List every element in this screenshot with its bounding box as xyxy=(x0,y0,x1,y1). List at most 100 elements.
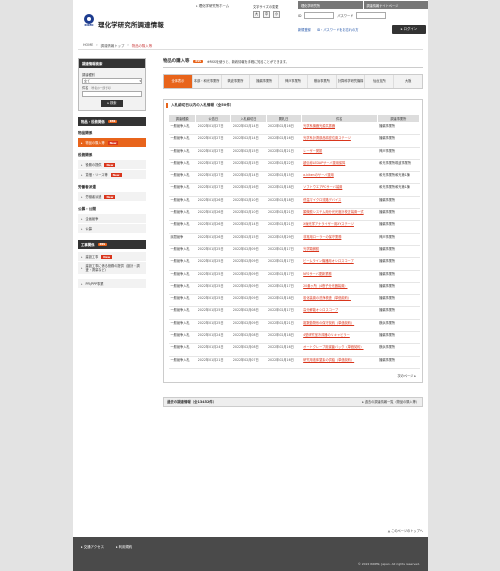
member-tab-riken[interactable]: 理化学研究所 xyxy=(298,1,363,9)
office-tabs: 全体表示 本部・和光事業所 筑波事業所 播磨事業所 神戸事業所 横浜事業所 計算科学研究機構… xyxy=(163,74,423,89)
column-header: 入札締切日 xyxy=(230,114,267,123)
bid-subject-link[interactable]: 研究用液体窒素の供給（単価契約） xyxy=(301,356,378,369)
footer-access-link[interactable]: 交通アクセス xyxy=(81,544,104,549)
new-badge: New xyxy=(110,172,122,177)
bid-subject-link[interactable]: 高分解能オシロスコープ xyxy=(301,306,378,320)
font-small-button[interactable]: 小 xyxy=(273,11,280,18)
site-title[interactable]: 理化学研究所調達情報 xyxy=(98,20,164,29)
table-cell: 播磨事業所 xyxy=(377,134,420,148)
bid-section: 入札締切日以内の入札情報（全50件） 調達種類 公告日 入札締切日 開札日 件名 調達事業… xyxy=(163,99,423,383)
rss-icon[interactable]: RSS xyxy=(107,120,118,123)
tab-office[interactable]: 全体表示 xyxy=(164,75,193,88)
sidebar-item-planning[interactable]: 企画競争 xyxy=(78,214,146,224)
bid-subject-link[interactable]: レーザー発振 xyxy=(301,147,378,160)
tab-office[interactable]: 計算科学研究機構 xyxy=(337,75,366,88)
next-page-link[interactable]: 次のページ xyxy=(170,373,416,378)
table-row: 一般競争入札 2022年01月25日 2022年02月09日 2022年02月17日 N… xyxy=(168,270,420,283)
table-cell: 一般競争入札 xyxy=(168,196,196,210)
top-links: 理化学研究所ホーム xyxy=(196,3,229,8)
bid-subject-link[interactable]: 低温マイクロ流路デバイス xyxy=(301,196,378,210)
bid-subject-link[interactable]: NFSサーバ更新業務 xyxy=(301,270,378,283)
sidebar-item-labor[interactable]: 労働者派遣New xyxy=(78,192,146,202)
table-cell: 2022年02月09日 xyxy=(230,245,267,259)
sidebar-item-goods-purchase[interactable]: 物品の購入等New xyxy=(78,138,146,148)
sidebar-item-public[interactable]: 公募 xyxy=(78,224,146,234)
sidebar-item-construction-service[interactable]: 建設工事に係る役務の提供（設計・調査・測量など） xyxy=(78,262,146,275)
bid-subject-link[interactable]: 複数動物系の保守契約（単価契約） xyxy=(301,319,378,333)
footer-terms-link[interactable]: 利用規約 xyxy=(116,544,133,549)
table-cell: 2022年02月16日 xyxy=(266,343,302,357)
sidebar-item-construction[interactable]: 建設工事New xyxy=(78,252,146,262)
password-input[interactable] xyxy=(356,12,387,19)
name-input[interactable] xyxy=(82,91,142,97)
tab-office[interactable]: 横浜事業所 xyxy=(308,75,337,88)
link-riken-home[interactable]: 理化学研究所ホーム xyxy=(196,3,229,8)
tab-office[interactable]: 神戸事業所 xyxy=(279,75,308,88)
table-cell: 2022年01月27日 xyxy=(195,183,231,197)
bid-subject-link[interactable]: ソフトウエアPCサーバ装置 xyxy=(301,183,378,197)
register-link[interactable]: 新規登録 xyxy=(298,27,311,32)
sidebar-item-pfi[interactable]: PFI/PPP事業 xyxy=(78,279,146,289)
id-input[interactable] xyxy=(304,12,335,19)
search-button[interactable]: ▸ 検索 xyxy=(101,100,123,107)
tab-office[interactable]: 大阪 xyxy=(394,75,422,88)
table-cell: 一般競争入札 xyxy=(168,147,196,160)
font-large-button[interactable]: 大 xyxy=(253,11,260,18)
riken-logo[interactable]: RIKEN xyxy=(83,14,95,28)
page-top-link[interactable]: このページのトップへ xyxy=(388,528,423,533)
forgot-link[interactable]: ID・パスワードをお忘れの方 xyxy=(317,27,359,32)
sidebar-item-service[interactable]: 役務の提供New xyxy=(78,160,146,170)
table-cell: 2022年02月18日 xyxy=(266,183,302,197)
table-cell: 2022年02月16日 xyxy=(266,122,302,136)
bid-subject-link[interactable]: 4型研究室冷却器のリキャビラー xyxy=(301,331,378,345)
past-link[interactable]: 過去の調達情報一覧（物品の購入等） xyxy=(362,399,419,404)
sidebar-item-lease[interactable]: 賃借・リース等New xyxy=(78,170,146,180)
type-select[interactable]: 全て ▾ xyxy=(82,78,142,84)
bid-subject-link[interactable]: 非常用ローラーの保守業務 xyxy=(301,233,378,246)
font-medium-button[interactable]: 中 xyxy=(263,11,270,18)
tab-office[interactable]: 本部・和光事業所 xyxy=(193,75,222,88)
breadcrumb-home[interactable]: HOME xyxy=(83,43,93,48)
header: RIKEN 理化学研究所調達情報 理化学研究所ホーム 文字サイズの変更 大 中 … xyxy=(73,0,428,38)
table-cell: 一般競争入札 xyxy=(168,282,196,296)
login-button[interactable]: ▸ ログイン xyxy=(392,25,426,34)
table-cell: 一般競争入札 xyxy=(168,343,196,357)
table-cell: 一般競争入札 xyxy=(168,331,196,345)
page-title: 物品の購入等 xyxy=(163,59,190,64)
table-cell: 2022年01月24日 xyxy=(195,331,231,345)
table-cell: 2022年01月25日 xyxy=(195,257,231,271)
table-row: 一般競争入札 2022年01月25日 2022年02月09日 2022年02月17日ビ… xyxy=(168,257,420,271)
bid-subject-link[interactable]: ビームライン機器用オシロスコープ xyxy=(301,257,378,271)
table-cell: 播磨事業所 xyxy=(377,220,420,234)
table-cell: 2022年02月17日 xyxy=(266,270,302,283)
bid-subject-link[interactable]: 超伝導LEDAPサーバ運用保障 xyxy=(301,159,378,173)
member-tab-night[interactable]: 調達情報ナイトページ xyxy=(363,1,428,9)
rss-icon[interactable]: RSS xyxy=(193,59,203,63)
column-header: 調達種類 xyxy=(167,114,197,123)
table-cell: 和光事業所筑波事業所 xyxy=(377,159,420,173)
table-cell: 播磨事業所 xyxy=(377,257,420,271)
bid-subject-link[interactable]: 炭化装置の洗浄検査（単価契約） xyxy=(301,294,378,308)
bid-subject-link[interactable]: オートクレーブ用滅菌バック（単価契約） xyxy=(301,343,378,357)
table-cell: 2022年01月26日 xyxy=(195,196,231,210)
bid-subject-link[interactable]: 光学系計測部品精密位置ステージ xyxy=(301,134,378,148)
bid-subject-link[interactable]: 顕微鏡システム用分光光度計校正装置一式 xyxy=(301,208,378,222)
table-cell: 2022年02月09日 xyxy=(230,282,267,296)
table-cell: 播磨事業所 xyxy=(377,282,420,296)
bid-subject-link[interactable]: 20番ヶ所（4巻子分光器装置） xyxy=(301,282,378,296)
bid-subject-link[interactable]: 光学顕微鏡 xyxy=(301,245,378,259)
bid-subject-link[interactable]: X線光学アナライザー用XYステージ xyxy=(301,220,378,234)
column-header: 調達事業所 xyxy=(376,114,421,123)
table-cell: 2022年02月15日 xyxy=(230,233,267,246)
rss-icon[interactable]: RSS xyxy=(97,243,108,246)
table-cell: 一般競争入札 xyxy=(168,356,196,369)
table-cell: 2022年01月25日 xyxy=(195,270,231,283)
tab-office[interactable]: 仙台支所 xyxy=(365,75,395,88)
tab-office[interactable]: 播磨事業所 xyxy=(250,75,280,88)
tab-office[interactable]: 筑波事業所 xyxy=(222,75,251,88)
bid-subject-link[interactable]: a-kikenのサーバ運用 xyxy=(301,171,378,185)
column-header: 開札日 xyxy=(265,114,302,123)
table-row: 一般競争入札 2022年01月26日 2022年02月10日 2022年02月18日低… xyxy=(168,196,420,210)
breadcrumb-top[interactable]: 調達情報トップ xyxy=(101,43,125,48)
bid-subject-link[interactable]: 光学系機器光源共振器 xyxy=(301,122,378,136)
